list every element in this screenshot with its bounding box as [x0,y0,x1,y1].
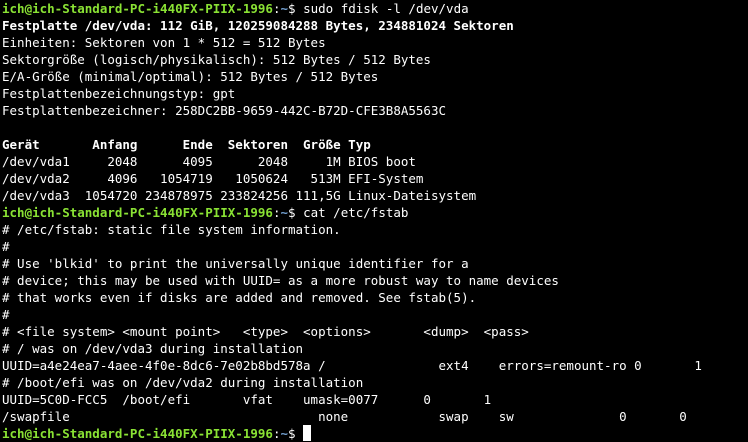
fdisk-disk-line: Festplatte /dev/vda: 112 GiB, 1202590842… [2,18,514,33]
prompt-symbol: $ [288,1,304,16]
prompt-path: ~ [280,1,288,16]
partition-table-row: /dev/vda2 4096 1054719 1050624 513M EFI-… [2,171,424,186]
fstab-line: # that works even if disks are added and… [2,290,477,305]
fstab-line: # [2,239,10,254]
fdisk-info-line: E/A-Größe (minimal/optimal): 512 Bytes /… [2,69,379,84]
fdisk-info-line: Festplattenbezeichnungstyp: gpt [2,86,236,101]
fstab-line: UUID=5C0D-FCC5 /boot/efi vfat umask=0077… [2,392,492,407]
prompt-line-current[interactable]: ich@ich-Standard-PC-i440FX-PIIX-1996:~$ [2,425,748,442]
prompt-user-host: ich@ich-Standard-PC-i440FX-PIIX-1996 [2,426,273,441]
terminal-window[interactable]: ich@ich-Standard-PC-i440FX-PIIX-1996:~$ … [0,0,748,442]
fstab-line: # <file system> <mount point> <type> <op… [2,324,529,339]
prompt-symbol: $ [288,426,304,441]
prompt-path: ~ [280,205,288,220]
prompt-user-host: ich@ich-Standard-PC-i440FX-PIIX-1996 [2,1,273,16]
partition-table-row: /dev/vda3 1054720 234878975 233824256 11… [2,188,477,203]
prompt-user-host: ich@ich-Standard-PC-i440FX-PIIX-1996 [2,205,273,220]
fdisk-info-line: Einheiten: Sektoren von 1 * 512 = 512 By… [2,35,326,50]
prompt-line-cat: ich@ich-Standard-PC-i440FX-PIIX-1996:~$ … [2,204,748,221]
partition-table-row: /dev/vda1 2048 4095 2048 1M BIOS boot [2,154,416,169]
prompt-path: ~ [280,426,288,441]
fstab-line: # device; this may be used with UUID= as… [2,273,559,288]
command-text: cat /etc/fstab [303,205,409,220]
fdisk-info-line: Sektorgröße (logisch/physikalisch): 512 … [2,52,431,67]
fstab-line: # [2,307,10,322]
fstab-line: UUID=a4e24ea7-4aee-4f0e-8dc6-7e02b8bd578… [2,358,702,373]
prompt-line-fdisk: ich@ich-Standard-PC-i440FX-PIIX-1996:~$ … [2,0,748,17]
partition-table-header: Gerät Anfang Ende Sektoren Größe Typ [2,137,371,152]
fstab-line: # /boot/efi was on /dev/vda2 during inst… [2,375,364,390]
prompt-symbol: $ [288,205,304,220]
fstab-line: # Use 'blkid' to print the universally u… [2,256,469,271]
fstab-line: # / was on /dev/vda3 during installation [2,341,304,356]
fstab-line: # /etc/fstab: static file system informa… [2,222,341,237]
fdisk-info-line: Festplattenbezeichner: 258DC2BB-9659-442… [2,103,447,118]
command-text: sudo fdisk -l /dev/vda [303,1,469,16]
text-cursor[interactable] [303,425,312,441]
fstab-line: /swapfile none swap sw 0 0 [2,409,687,424]
